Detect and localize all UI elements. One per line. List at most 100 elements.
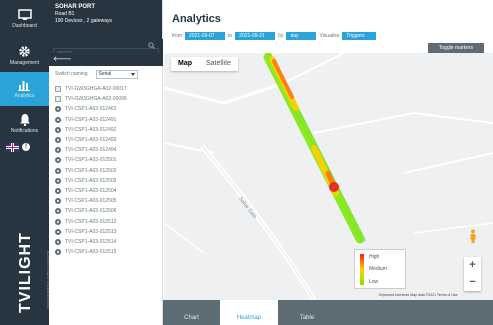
device-name: TVI-CSP1-A03-012515: [65, 249, 117, 256]
toggle-markers-button[interactable]: Toggle markers: [428, 43, 484, 53]
device-list-item[interactable]: TVI-CSP1-A03-012492: [49, 125, 163, 135]
device-name: TVI-CSP1-A03-012462: [65, 106, 117, 113]
map-tab-satellite[interactable]: Satellite: [199, 57, 238, 71]
device-name: TVI-CSP1-A03-012506: [65, 208, 117, 215]
streetlight-node-icon: [55, 126, 61, 133]
nav-rail: Dashboard Management Analytics Notificat…: [0, 0, 51, 325]
nav-label: Dashboard: [12, 23, 37, 29]
device-list-item[interactable]: TVI-CSP1-A03-012494: [49, 145, 163, 155]
switch-naming-row: Switch naming Serial: [49, 68, 163, 80]
device-name: TVI-CSP1-A03-012492: [65, 126, 117, 133]
tab-chart[interactable]: Chart: [163, 300, 220, 325]
streetlight-node-icon: [55, 116, 61, 123]
nav-label: Notifications: [10, 127, 39, 134]
device-list-item[interactable]: TVI-CSP1-A03-012501: [49, 155, 163, 165]
device-list-item[interactable]: TVI-CSP1-A03-012491: [49, 115, 163, 125]
device-list-item[interactable]: TVI-CSP1-A03-012512: [49, 216, 163, 226]
interval-select[interactable]: day: [286, 32, 317, 40]
filter-bar: from 2021-09-07 to 2021-09-21 by day Vis…: [172, 32, 379, 40]
search-bar: [49, 39, 163, 58]
device-list-item[interactable]: TVI-CSP1-A03-012515: [49, 247, 163, 257]
device-list-item[interactable]: TVI-CSP1-A03-012503: [49, 176, 163, 186]
heatmap-map[interactable]: Map Satellite Sohar Gate + − High Medium…: [164, 53, 493, 300]
device-list-item[interactable]: TVI-CSP1-A03-012514: [49, 237, 163, 247]
zoom-out-button[interactable]: −: [464, 274, 481, 291]
device-name: TVI-CSP1-A03-012494: [65, 147, 117, 154]
streetlight-node-icon: [55, 147, 61, 154]
switch-naming-value: Serial: [98, 71, 112, 77]
analytics-main: Analytics from 2021-09-07 to 2021-09-21 …: [163, 0, 493, 325]
device-list-item[interactable]: TVI-CSP1-A03-012502: [49, 166, 163, 176]
legend-medium: Medium: [369, 266, 387, 272]
info-icon[interactable]: !: [22, 143, 30, 151]
streetlight-node-icon: [55, 167, 61, 174]
streetlight-node-icon: [55, 177, 61, 184]
device-list-item[interactable]: TVI-CSP1-A03-012506: [49, 206, 163, 216]
uk-flag-icon[interactable]: [6, 142, 19, 152]
device-name: TVI-CSP1-A03-012502: [65, 167, 117, 174]
device-list-item[interactable]: TVI-CSP1-A03-012493: [49, 135, 163, 145]
arrow-left-icon: 🡐: [53, 56, 72, 63]
gateway-icon: [55, 86, 61, 93]
device-list-item[interactable]: TVI-CSP1-A03-012505: [49, 196, 163, 206]
to-date-input[interactable]: 2021-09-21: [235, 32, 276, 40]
nav-label: Management: [9, 59, 40, 66]
site-header: SOHAR PORT Road B1 190 Devices , 2 gatew…: [49, 0, 162, 39]
switch-naming-select[interactable]: Serial: [95, 69, 138, 79]
monitor-icon: [17, 9, 32, 20]
page-title: Analytics: [172, 13, 221, 25]
device-list-item[interactable]: TVI-CSP1-A03-012504: [49, 186, 163, 196]
streetlight-node-icon: [55, 157, 61, 164]
by-label: by: [278, 33, 284, 39]
nav-label: Analytics: [14, 93, 35, 99]
zoom-in-button[interactable]: +: [464, 257, 481, 274]
chevron-down-icon: [130, 72, 135, 76]
bell-icon: [19, 113, 30, 126]
streetlight-node-icon: [55, 137, 61, 144]
nav-item-analytics[interactable]: Analytics: [0, 72, 49, 106]
device-list-item[interactable]: TVI-CSP1-A03-012462: [49, 104, 163, 114]
device-list-item[interactable]: TVI-GW3GHGA-A02-00099: [49, 94, 163, 104]
legend-high: High: [369, 254, 380, 260]
site-summary: 190 Devices , 2 gateways: [55, 18, 112, 24]
device-list-item[interactable]: TVI-CSP1-A03-012513: [49, 227, 163, 237]
tab-heatmap[interactable]: Heatmap: [220, 300, 278, 325]
gear-icon: [19, 45, 30, 57]
legend-gradient: [360, 254, 364, 285]
map-canvas[interactable]: [164, 53, 493, 300]
from-label: from: [172, 33, 182, 39]
heatmap-legend: High Medium Low: [354, 249, 406, 289]
pegman-icon[interactable]: [469, 229, 477, 243]
back-button[interactable]: 🡐: [49, 53, 163, 66]
gateway-icon: [55, 96, 61, 103]
device-name: TVI-CSP1-A03-012514: [65, 238, 117, 245]
device-name: TVI-CSP1-A03-012504: [65, 187, 117, 194]
map-tab-map[interactable]: Map: [171, 57, 199, 71]
device-list-item[interactable]: TVI-GW3GHGA-A02-00017: [49, 84, 163, 94]
site-name: SOHAR PORT: [55, 4, 96, 10]
streetlight-node-icon: [55, 198, 61, 205]
switch-naming-label: Switch naming: [55, 71, 88, 77]
device-name: TVI-GW3GHGA-A02-00099: [65, 96, 127, 103]
nav-item-management[interactable]: Management: [0, 38, 49, 72]
visualise-label: Visualise: [319, 33, 340, 39]
bottom-tab-bar: Chart Heatmap Table: [163, 300, 493, 325]
device-name: TVI-CSP1-A03-012493: [65, 137, 117, 144]
streetlight-node-icon: [55, 208, 61, 215]
tab-table[interactable]: Table: [278, 300, 336, 325]
visualise-select[interactable]: Triggers: [342, 32, 377, 40]
map-type-toggle: Map Satellite: [171, 57, 238, 71]
map-attribution[interactable]: Keyboard shortcuts Map data ©2021 Terms …: [379, 293, 458, 297]
from-date-input[interactable]: 2021-09-07: [185, 32, 225, 40]
streetlight-node-icon: [55, 238, 61, 245]
site-road: Road B1: [55, 11, 75, 17]
device-list: TVI-GW3GHGA-A02-00017 TVI-GW3GHGA-A02-000…: [49, 84, 163, 257]
legend-low: Low: [369, 279, 379, 285]
device-name: TVI-CSP1-A03-012501: [65, 157, 117, 164]
nav-item-notifications[interactable]: Notifications: [0, 106, 49, 140]
device-panel: SOHAR PORT Road B1 190 Devices , 2 gatew…: [49, 0, 163, 325]
device-name: TVI-CSP1-A03-012513: [65, 228, 117, 235]
search-icon[interactable]: [148, 42, 155, 49]
device-name: TVI-CSP1-A03-012491: [65, 116, 117, 123]
nav-item-dashboard[interactable]: Dashboard: [0, 2, 49, 36]
